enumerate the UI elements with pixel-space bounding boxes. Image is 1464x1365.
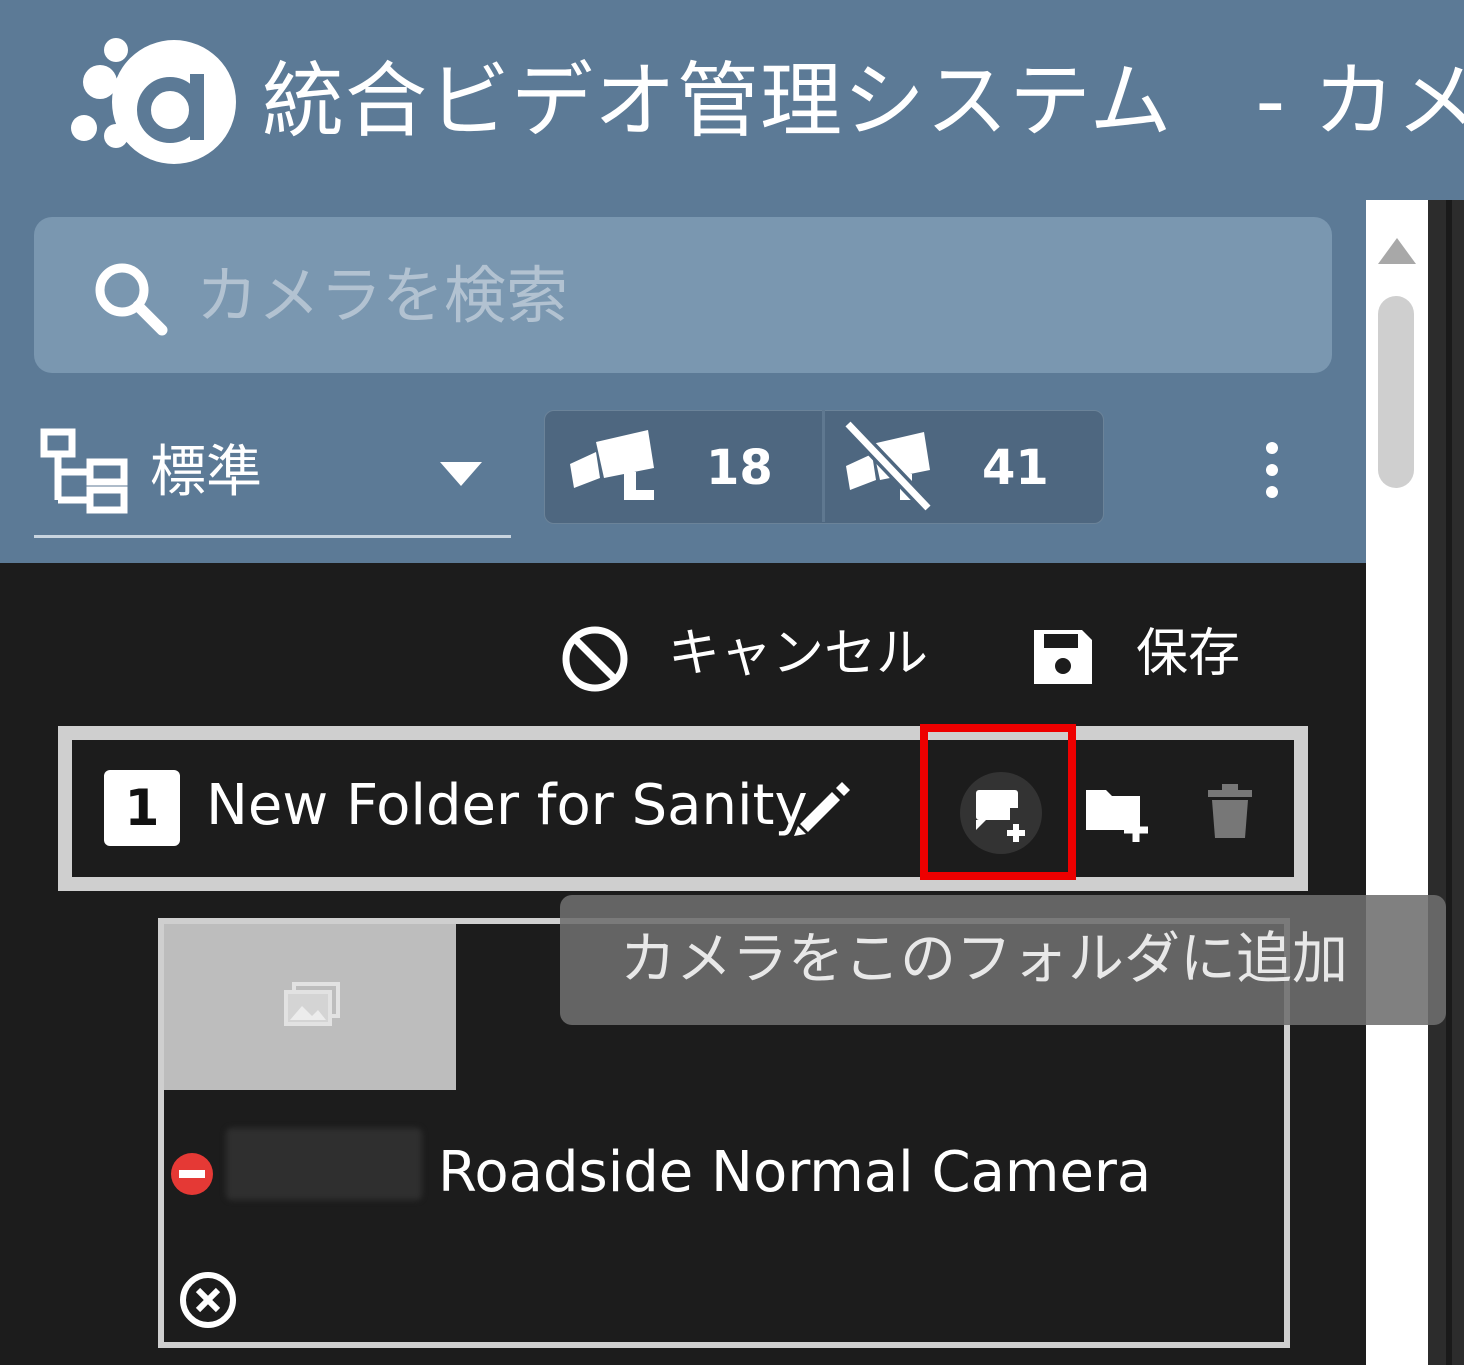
add-subfolder-icon[interactable]: [1082, 782, 1152, 844]
edit-pencil-icon[interactable]: [790, 778, 852, 838]
scroll-up-icon[interactable]: [1376, 236, 1418, 266]
image-placeholder-icon: [284, 982, 340, 1026]
app-title: 統合ビデオ管理システム - カメ: [262, 54, 1464, 149]
cancel-icon[interactable]: [560, 624, 630, 694]
camera-id-redacted: [226, 1128, 422, 1200]
save-button[interactable]: 保存: [1136, 622, 1240, 686]
offline-camera-count: 41: [982, 440, 1049, 496]
folder-index-badge: 1: [104, 770, 180, 846]
search-icon: [95, 263, 168, 336]
camera-search-input[interactable]: [196, 247, 1296, 343]
main-view-edge-line: [1446, 200, 1452, 1365]
highlight-annotation-box: [920, 724, 1076, 880]
tooltip-text: カメラをこのフォルダに追加: [620, 927, 1348, 992]
cancel-button[interactable]: キャンセル: [668, 622, 928, 686]
tree-structure-icon: [40, 428, 128, 514]
camera-name: Roadside Normal Camera: [438, 1140, 1152, 1205]
status-error-icon: [171, 1153, 213, 1195]
save-icon[interactable]: [1030, 626, 1096, 688]
remove-circle-x-icon[interactable]: [178, 1270, 238, 1330]
counter-divider: [822, 410, 825, 522]
camera-offline-icon[interactable]: [842, 420, 934, 512]
scrollbar-thumb[interactable]: [1378, 296, 1414, 488]
trash-icon[interactable]: [1206, 784, 1254, 840]
camera-online-icon[interactable]: [566, 424, 658, 506]
more-vert-icon[interactable]: [1250, 440, 1294, 500]
online-camera-count: 18: [706, 440, 773, 496]
brand-logo-icon: [71, 38, 236, 164]
chevron-down-icon[interactable]: [440, 462, 482, 486]
folder-name: New Folder for Sanity: [206, 773, 808, 838]
view-mode-label: 標準: [150, 440, 262, 505]
